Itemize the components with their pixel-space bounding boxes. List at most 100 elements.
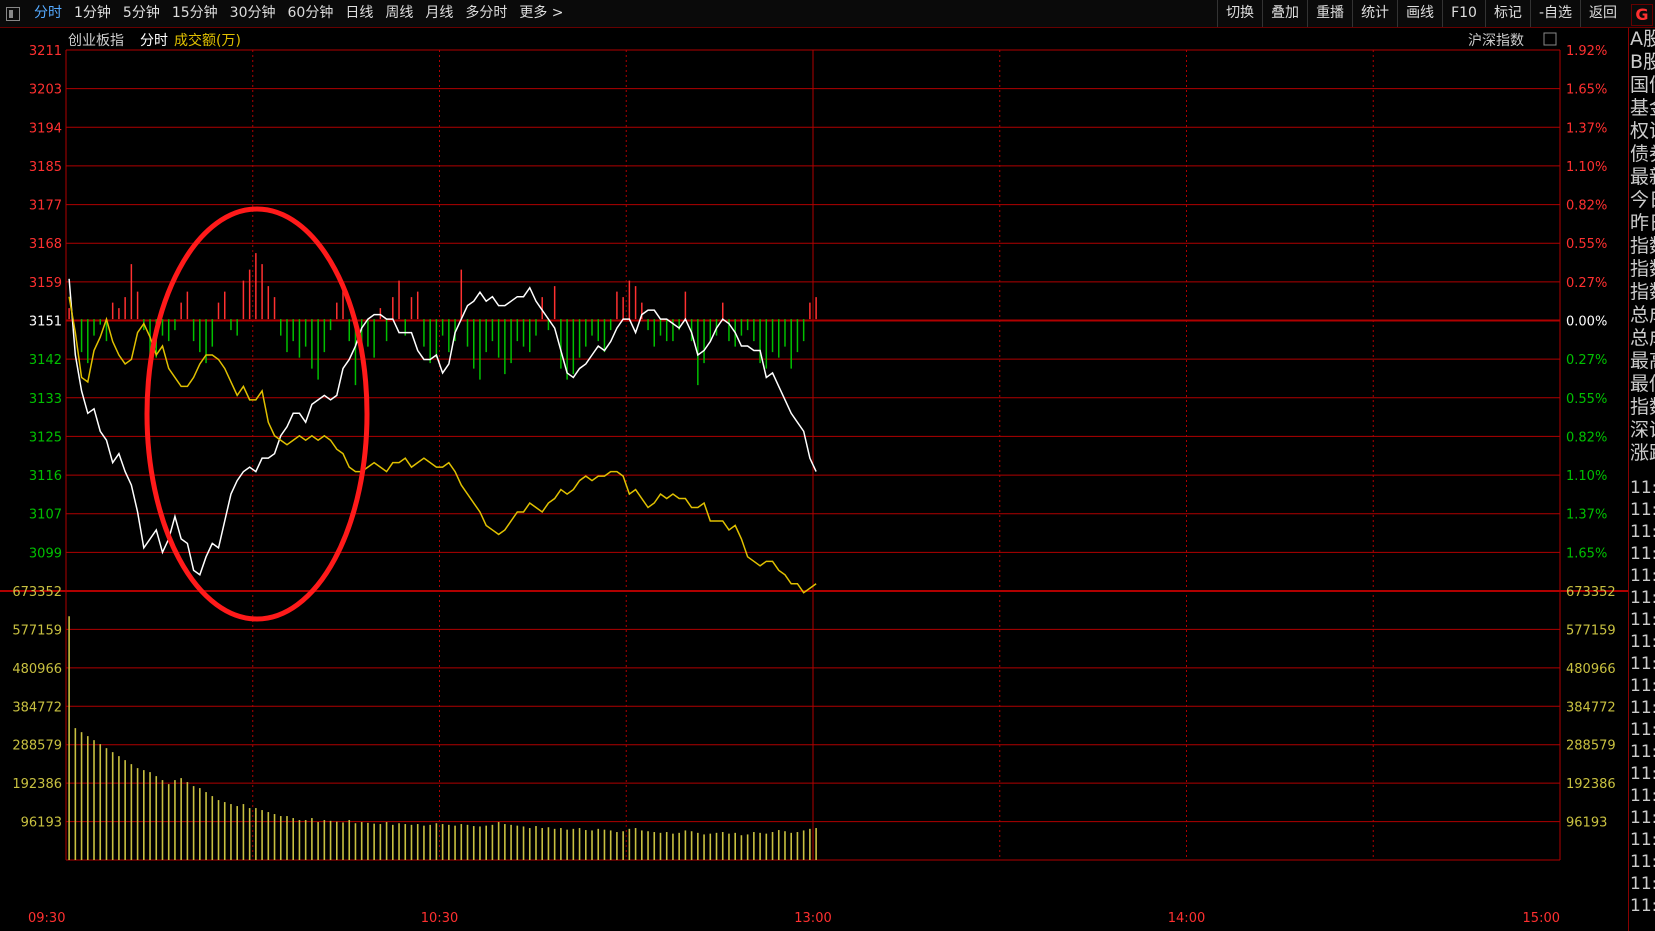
- right-pct-tick: 0.55%: [1566, 392, 1607, 407]
- right-pct-tick: 1.37%: [1566, 121, 1607, 136]
- sidebar-item[interactable]: 最高: [1629, 350, 1655, 373]
- right-pct-tick: 0.00%: [1566, 315, 1607, 330]
- sidebar-item[interactable]: 指数: [1629, 258, 1655, 281]
- sidebar-item[interactable]: 指数: [1629, 281, 1655, 304]
- overlay-button[interactable]: 叠加: [1262, 0, 1307, 27]
- period-tab[interactable]: 1分钟: [68, 0, 117, 27]
- draw-line-button[interactable]: 画线: [1397, 0, 1442, 27]
- right-volume-tick: 192386: [1566, 777, 1616, 792]
- left-price-tick: 3211: [29, 44, 62, 59]
- sidebar-times: 11: 11: 11: 11: 11: 11: 11: 11: 11: 11: 11: 11: 11: 1…: [1629, 477, 1655, 917]
- sidebar-item[interactable]: 权证: [1629, 120, 1655, 143]
- right-volume-tick: 288579: [1566, 739, 1616, 754]
- period-tab[interactable]: 5分钟: [117, 0, 166, 27]
- volume-bars: [68, 616, 817, 860]
- sidebar-item[interactable]: 指数: [1629, 235, 1655, 258]
- right-volume-tick: 673352: [1566, 585, 1616, 600]
- intraday-chart[interactable]: 3211 3203 3194 3185 3177 3168 3159 3151 3142 3133…: [0, 28, 1628, 931]
- right-pct-tick: 1.65%: [1566, 546, 1607, 561]
- right-pct-tick: 1.37%: [1566, 508, 1607, 523]
- g-icon[interactable]: G: [1631, 4, 1653, 26]
- sidebar-item[interactable]: 债券: [1629, 143, 1655, 166]
- sidebar-item[interactable]: 今日: [1629, 189, 1655, 212]
- sidebar-time: 11:: [1630, 764, 1655, 784]
- left-price-tick: 3107: [29, 508, 62, 523]
- left-volume-tick: 288579: [12, 739, 62, 754]
- left-price-tick: 3142: [29, 353, 62, 368]
- overlay-name: 沪深指数: [1468, 33, 1524, 49]
- sidebar-item[interactable]: A股: [1629, 28, 1655, 51]
- period-tab[interactable]: 60分钟: [282, 0, 340, 27]
- period-tab[interactable]: 日线: [339, 0, 379, 27]
- sidebar-item[interactable]: 总成: [1629, 304, 1655, 327]
- sidebar-item[interactable]: 最新: [1629, 166, 1655, 189]
- left-volume-tick: 480966: [12, 662, 62, 677]
- mark-button[interactable]: 标记: [1484, 0, 1530, 27]
- right-pct-tick: 0.27%: [1566, 353, 1607, 368]
- left-price-tick: 3168: [29, 237, 62, 252]
- period-tab[interactable]: 15分钟: [166, 0, 224, 27]
- replay-button[interactable]: 重播: [1307, 0, 1352, 27]
- sidebar-time: 11:: [1630, 500, 1655, 520]
- left-volume-tick: 577159: [12, 623, 62, 638]
- left-price-tick: 3159: [29, 276, 62, 291]
- sidebar-item[interactable]: 基金: [1629, 97, 1655, 120]
- period-tab[interactable]: 月线: [419, 0, 459, 27]
- mode-label: 分时: [140, 33, 168, 49]
- time-tick: 10:30: [421, 911, 458, 926]
- sidebar-time: 11:: [1630, 566, 1655, 586]
- toolbar-actions: 切换 叠加 重播 统计 画线 F10 标记 -自选 返回: [1217, 0, 1625, 27]
- period-tabs: 分时 1分钟 5分钟 15分钟 30分钟 60分钟 日线 周线 月线 多分时 更…: [0, 0, 570, 27]
- sidebar-item[interactable]: B股: [1629, 51, 1655, 74]
- period-tab[interactable]: 30分钟: [224, 0, 282, 27]
- left-price-tick: 3194: [29, 121, 62, 136]
- remove-watchlist-button[interactable]: -自选: [1529, 0, 1580, 27]
- sidebar-time: 11:: [1630, 720, 1655, 740]
- right-pct-tick: 0.27%: [1566, 276, 1607, 291]
- sidebar-time: 11:: [1630, 610, 1655, 630]
- left-volume-tick: 673352: [12, 585, 62, 600]
- sidebar-time: 11:: [1630, 830, 1655, 850]
- right-sidebar: A股B股国债基金权证债券最新今日昨日指数指数指数总成总成最高最低指数深证涨跌 1…: [1628, 28, 1655, 931]
- volume-label: 成交额(万): [174, 32, 241, 49]
- right-pct-tick: 1.10%: [1566, 160, 1607, 175]
- switch-button[interactable]: 切换: [1217, 0, 1262, 27]
- left-price-tick: 3177: [29, 199, 62, 214]
- statistics-button[interactable]: 统计: [1352, 0, 1397, 27]
- sidebar-time: 11:: [1630, 698, 1655, 718]
- left-volume-tick: 384772: [12, 700, 62, 715]
- right-volume-tick: 577159: [1566, 623, 1616, 638]
- sidebar-time: 11:: [1630, 808, 1655, 828]
- sidebar-item[interactable]: 总成: [1629, 327, 1655, 350]
- period-tab[interactable]: 分时: [28, 0, 68, 27]
- sidebar-item[interactable]: 最低: [1629, 373, 1655, 396]
- right-pct-tick: 1.65%: [1566, 83, 1607, 98]
- sidebar-time: 11:: [1630, 896, 1655, 916]
- sidebar-item[interactable]: 昨日: [1629, 212, 1655, 235]
- sidebar-item[interactable]: 指数: [1629, 396, 1655, 419]
- left-price-tick: 3185: [29, 160, 62, 175]
- sidebar-item[interactable]: 涨跌: [1629, 442, 1655, 465]
- sidebar-item[interactable]: 国债: [1629, 74, 1655, 97]
- panel-toggle-icon[interactable]: [6, 6, 20, 21]
- sidebar-time: 11:: [1630, 786, 1655, 806]
- overlay-toggle-icon[interactable]: [1543, 32, 1557, 46]
- sidebar-item[interactable]: 深证: [1629, 419, 1655, 442]
- period-tab[interactable]: 周线: [379, 0, 419, 27]
- more-periods-button[interactable]: 更多 >: [513, 0, 569, 27]
- right-pct-tick: 1.92%: [1566, 44, 1607, 59]
- left-price-tick: 3125: [29, 430, 62, 445]
- back-button[interactable]: 返回: [1580, 0, 1625, 27]
- right-pct-tick: 0.55%: [1566, 237, 1607, 252]
- right-volume-tick: 480966: [1566, 662, 1616, 677]
- sidebar-time: 11:: [1630, 874, 1655, 894]
- right-pct-tick: 0.82%: [1566, 430, 1607, 445]
- chart-header: 创业板指 分时 成交额(万) 沪深指数: [68, 32, 1557, 49]
- right-pct-tick: 1.10%: [1566, 469, 1607, 484]
- left-price-tick: 3203: [29, 83, 62, 98]
- period-tab[interactable]: 多分时: [459, 0, 513, 27]
- right-pct-tick: 0.82%: [1566, 199, 1607, 214]
- sidebar-time: 11:: [1630, 742, 1655, 762]
- time-tick: 13:00: [794, 911, 831, 926]
- f10-button[interactable]: F10: [1442, 0, 1485, 27]
